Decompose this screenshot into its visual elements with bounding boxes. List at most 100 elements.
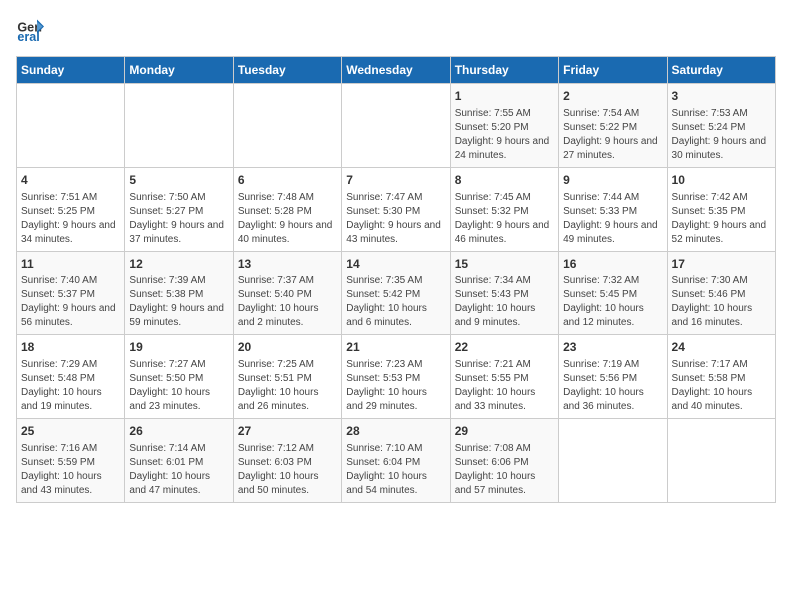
calendar-cell: 25Sunrise: 7:16 AMSunset: 5:59 PMDayligh…: [17, 419, 125, 503]
day-info: Sunset: 5:20 PM: [455, 121, 554, 135]
day-info: Sunrise: 7:19 AM: [563, 358, 662, 372]
day-info: Daylight: 9 hours and 24 minutes.: [455, 135, 554, 163]
day-info: Sunset: 5:37 PM: [21, 288, 120, 302]
calendar-cell: 9Sunrise: 7:44 AMSunset: 5:33 PMDaylight…: [559, 167, 667, 251]
day-info: Daylight: 10 hours and 40 minutes.: [672, 386, 771, 414]
day-info: Daylight: 9 hours and 43 minutes.: [346, 219, 445, 247]
day-info: Sunrise: 7:54 AM: [563, 107, 662, 121]
day-info: Sunrise: 7:25 AM: [238, 358, 337, 372]
calendar-cell: 19Sunrise: 7:27 AMSunset: 5:50 PMDayligh…: [125, 335, 233, 419]
day-info: Daylight: 9 hours and 49 minutes.: [563, 219, 662, 247]
calendar-cell: 21Sunrise: 7:23 AMSunset: 5:53 PMDayligh…: [342, 335, 450, 419]
day-number: 13: [238, 256, 337, 273]
day-number: 26: [129, 423, 228, 440]
calendar-cell: [17, 84, 125, 168]
day-info: Daylight: 9 hours and 27 minutes.: [563, 135, 662, 163]
week-row-5: 25Sunrise: 7:16 AMSunset: 5:59 PMDayligh…: [17, 419, 776, 503]
day-info: Daylight: 10 hours and 47 minutes.: [129, 470, 228, 498]
logo: Gen eral: [16, 16, 48, 44]
day-number: 2: [563, 88, 662, 105]
day-number: 10: [672, 172, 771, 189]
day-info: Sunrise: 7:21 AM: [455, 358, 554, 372]
day-number: 20: [238, 339, 337, 356]
day-info: Daylight: 9 hours and 37 minutes.: [129, 219, 228, 247]
day-info: Sunrise: 7:47 AM: [346, 191, 445, 205]
day-info: Daylight: 9 hours and 40 minutes.: [238, 219, 337, 247]
day-info: Sunrise: 7:29 AM: [21, 358, 120, 372]
day-info: Sunrise: 7:40 AM: [21, 274, 120, 288]
calendar-cell: 20Sunrise: 7:25 AMSunset: 5:51 PMDayligh…: [233, 335, 341, 419]
calendar-cell: 4Sunrise: 7:51 AMSunset: 5:25 PMDaylight…: [17, 167, 125, 251]
day-number: 23: [563, 339, 662, 356]
day-number: 7: [346, 172, 445, 189]
day-info: Sunset: 5:56 PM: [563, 372, 662, 386]
day-number: 19: [129, 339, 228, 356]
day-info: Daylight: 10 hours and 16 minutes.: [672, 302, 771, 330]
day-number: 25: [21, 423, 120, 440]
day-info: Sunset: 5:28 PM: [238, 205, 337, 219]
calendar-cell: 11Sunrise: 7:40 AMSunset: 5:37 PMDayligh…: [17, 251, 125, 335]
calendar-cell: 3Sunrise: 7:53 AMSunset: 5:24 PMDaylight…: [667, 84, 775, 168]
calendar-cell: [559, 419, 667, 503]
week-row-1: 1Sunrise: 7:55 AMSunset: 5:20 PMDaylight…: [17, 84, 776, 168]
day-number: 16: [563, 256, 662, 273]
header-row: SundayMondayTuesdayWednesdayThursdayFrid…: [17, 57, 776, 84]
day-info: Sunrise: 7:14 AM: [129, 442, 228, 456]
day-number: 18: [21, 339, 120, 356]
day-info: Sunrise: 7:42 AM: [672, 191, 771, 205]
header-friday: Friday: [559, 57, 667, 84]
day-info: Daylight: 10 hours and 43 minutes.: [21, 470, 120, 498]
day-info: Sunrise: 7:50 AM: [129, 191, 228, 205]
day-number: 15: [455, 256, 554, 273]
day-info: Sunrise: 7:12 AM: [238, 442, 337, 456]
day-info: Daylight: 10 hours and 2 minutes.: [238, 302, 337, 330]
svg-text:eral: eral: [17, 30, 39, 44]
day-info: Sunset: 5:24 PM: [672, 121, 771, 135]
day-info: Daylight: 10 hours and 23 minutes.: [129, 386, 228, 414]
day-number: 8: [455, 172, 554, 189]
calendar-cell: 16Sunrise: 7:32 AMSunset: 5:45 PMDayligh…: [559, 251, 667, 335]
day-info: Sunset: 5:22 PM: [563, 121, 662, 135]
calendar-cell: [233, 84, 341, 168]
day-info: Daylight: 10 hours and 9 minutes.: [455, 302, 554, 330]
header-saturday: Saturday: [667, 57, 775, 84]
day-info: Sunset: 5:32 PM: [455, 205, 554, 219]
day-info: Daylight: 9 hours and 30 minutes.: [672, 135, 771, 163]
day-info: Sunset: 6:03 PM: [238, 456, 337, 470]
day-info: Daylight: 10 hours and 54 minutes.: [346, 470, 445, 498]
calendar-cell: [342, 84, 450, 168]
day-info: Sunrise: 7:51 AM: [21, 191, 120, 205]
day-info: Daylight: 10 hours and 50 minutes.: [238, 470, 337, 498]
day-info: Daylight: 9 hours and 46 minutes.: [455, 219, 554, 247]
day-info: Sunset: 5:59 PM: [21, 456, 120, 470]
day-number: 27: [238, 423, 337, 440]
calendar-cell: 5Sunrise: 7:50 AMSunset: 5:27 PMDaylight…: [125, 167, 233, 251]
day-number: 1: [455, 88, 554, 105]
calendar-cell: 14Sunrise: 7:35 AMSunset: 5:42 PMDayligh…: [342, 251, 450, 335]
day-info: Sunset: 5:48 PM: [21, 372, 120, 386]
day-info: Daylight: 9 hours and 34 minutes.: [21, 219, 120, 247]
calendar-cell: 23 Sunrise: 7:19 AMSunset: 5:56 PMDayligh…: [559, 335, 667, 419]
calendar-cell: 26Sunrise: 7:14 AMSunset: 6:01 PMDayligh…: [125, 419, 233, 503]
day-number: 6: [238, 172, 337, 189]
day-info: Daylight: 10 hours and 36 minutes.: [563, 386, 662, 414]
header-thursday: Thursday: [450, 57, 558, 84]
header-sunday: Sunday: [17, 57, 125, 84]
calendar-table: SundayMondayTuesdayWednesdayThursdayFrid…: [16, 56, 776, 503]
day-number: 24: [672, 339, 771, 356]
week-row-4: 18 Sunrise: 7:29 AMSunset: 5:48 PM Dayligh…: [17, 335, 776, 419]
day-info: Sunset: 5:45 PM: [563, 288, 662, 302]
day-info: Sunrise: 7:23 AM: [346, 358, 445, 372]
day-info: Sunrise: 7:35 AM: [346, 274, 445, 288]
day-number: 11: [21, 256, 120, 273]
calendar-cell: 15Sunrise: 7:34 AMSunset: 5:43 PMDayligh…: [450, 251, 558, 335]
day-number: 14: [346, 256, 445, 273]
day-info: Sunset: 5:42 PM: [346, 288, 445, 302]
day-info: Daylight: 10 hours and 26 minutes.: [238, 386, 337, 414]
calendar-cell: 2 Sunrise: 7:54 AMSunset: 5:22 PMDaylight…: [559, 84, 667, 168]
day-number: 3: [672, 88, 771, 105]
calendar-cell: 27 Sunrise: 7:12 AMSunset: 6:03 PMDayligh…: [233, 419, 341, 503]
day-info: Sunset: 5:40 PM: [238, 288, 337, 302]
calendar-cell: 22Sunrise: 7:21 AMSunset: 5:55 PMDayligh…: [450, 335, 558, 419]
day-number: 4: [21, 172, 120, 189]
